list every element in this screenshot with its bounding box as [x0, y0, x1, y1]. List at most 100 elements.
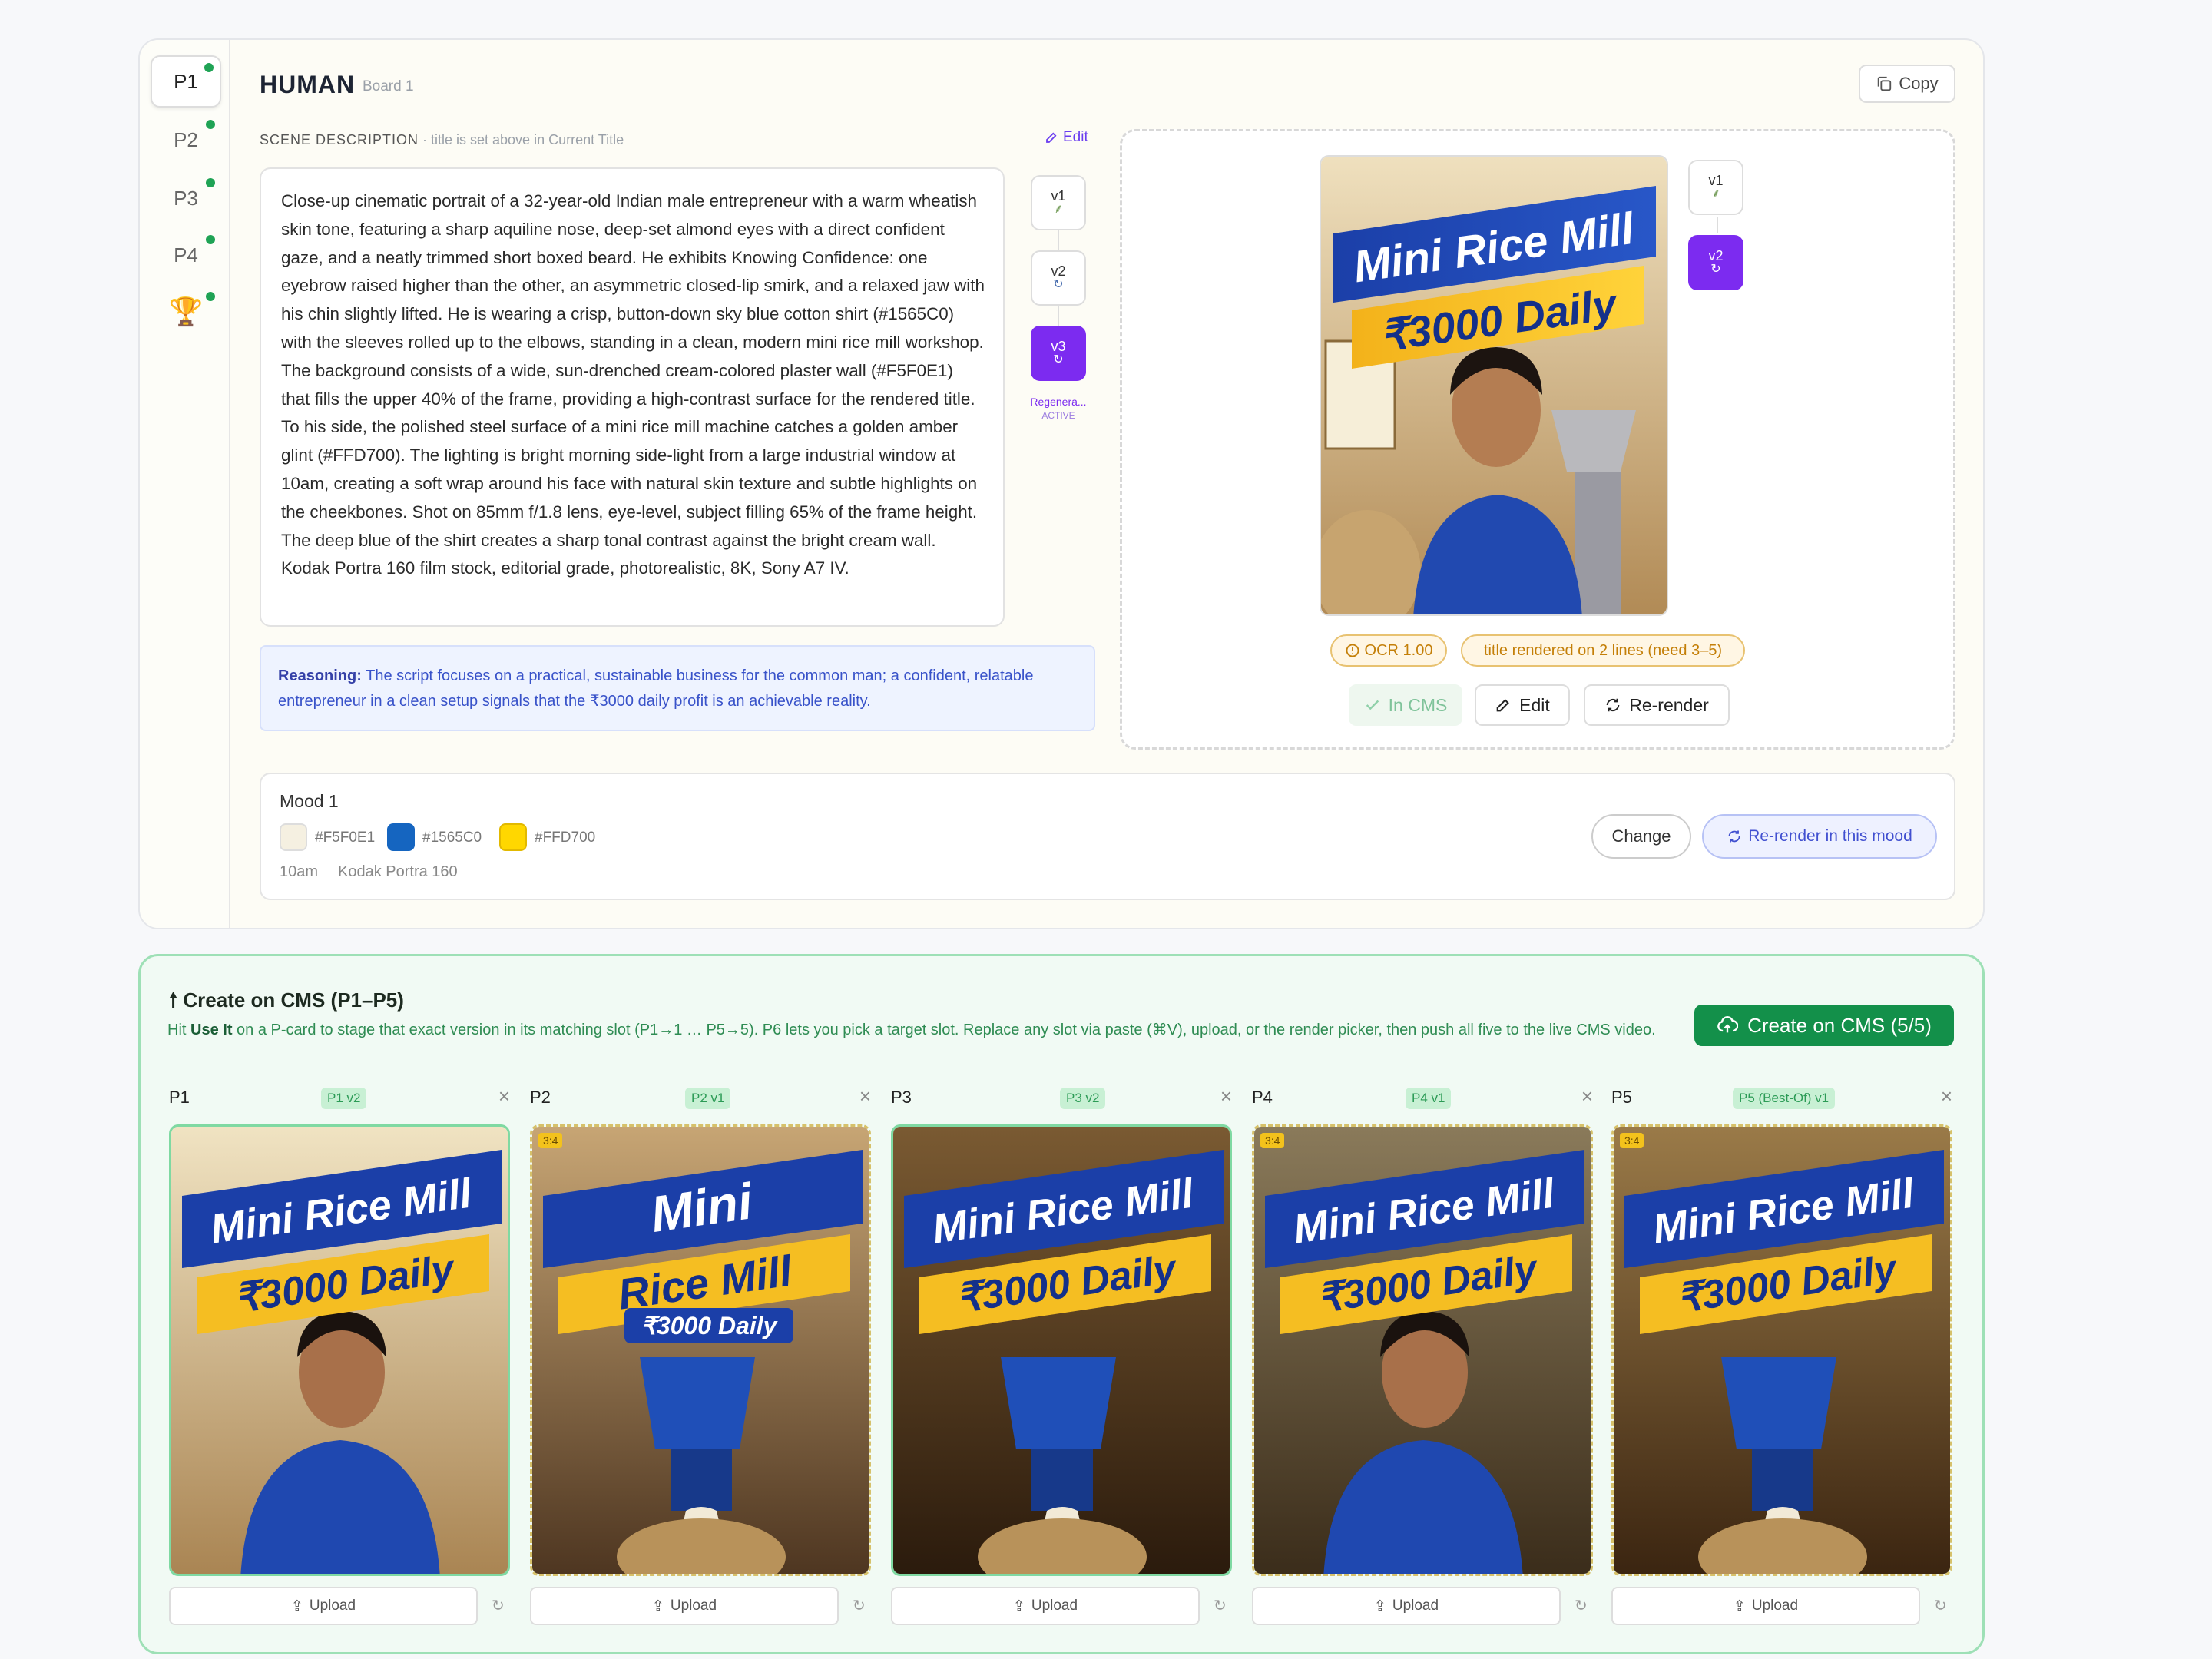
slot-thumbnail[interactable]: Mini Rice Mill ₹3000 Daily: [891, 1124, 1232, 1576]
re-render-in-mood-button[interactable]: Re-render in this mood: [1702, 814, 1937, 859]
description-version-v1[interactable]: v1 ⸙: [1031, 175, 1086, 230]
refresh-icon[interactable]: ↻: [853, 1596, 866, 1615]
slot-thumbnail[interactable]: 3:4 Mini Rice Mill ₹3000 Daily: [1252, 1124, 1593, 1576]
close-icon[interactable]: ×: [1220, 1084, 1232, 1108]
alert-icon: [1346, 644, 1359, 657]
in-cms-status: In CMS: [1349, 684, 1462, 726]
cycle-icon: ↻: [1710, 263, 1721, 276]
aspect-ratio-badge: 3:4: [1260, 1133, 1285, 1148]
slot-version-tag: P5 (Best-Of) v1: [1733, 1088, 1836, 1109]
status-dot: [206, 235, 215, 244]
upload-button[interactable]: ⇪ Upload: [891, 1587, 1200, 1625]
cloud-upload-icon: [1717, 1016, 1739, 1033]
swatch-gold: [499, 823, 527, 851]
slot-label: P4: [1252, 1088, 1273, 1107]
upload-icon: ⇪: [290, 1598, 303, 1614]
copy-icon: [1878, 76, 1892, 91]
cycle-icon: ↻: [1053, 278, 1064, 291]
close-icon[interactable]: ×: [1941, 1084, 1952, 1108]
slot-label: P5: [1611, 1088, 1632, 1107]
close-icon[interactable]: ×: [1581, 1084, 1593, 1108]
board-title: HUMAN: [260, 71, 356, 98]
slot-version-tag: P1 v2: [321, 1088, 367, 1109]
board-subtitle: Board 1: [363, 78, 414, 94]
change-mood-button[interactable]: Change: [1591, 814, 1691, 859]
p-tab-rail: P1 P2 P3 P4 🏆: [140, 40, 230, 928]
slot-thumbnail[interactable]: 3:4 Mini Rice Mill ₹3000 Daily: [530, 1124, 871, 1576]
swatch-label: #FFD700: [535, 830, 596, 846]
poster-art: Mini Rice Mill ₹3000 Daily: [1254, 1127, 1591, 1574]
slot-label: P3: [891, 1088, 912, 1107]
slot-version-tag: P3 v2: [1060, 1088, 1106, 1109]
render-version-v1[interactable]: v1 ⸙: [1688, 160, 1743, 215]
edit-description-link[interactable]: Edit: [1045, 129, 1088, 146]
swatch-label: #1565C0: [422, 830, 482, 846]
tab-p3[interactable]: P3: [151, 172, 221, 224]
slot-label: P1: [169, 1088, 190, 1107]
slot-thumbnail[interactable]: Mini Rice Mill ₹3000 Daily: [169, 1124, 510, 1576]
scene-description-note: · title is set above in Current Title: [422, 132, 624, 147]
swatch-label: #F5F0E1: [315, 830, 376, 846]
edit-render-button[interactable]: Edit: [1475, 684, 1570, 726]
re-render-button[interactable]: Re-render: [1584, 684, 1730, 726]
mood-time: 10am: [280, 863, 319, 880]
slot-version-tag: P4 v1: [1406, 1088, 1452, 1109]
render-version-v2[interactable]: v2 ↻: [1688, 235, 1743, 290]
scene-description-text[interactable]: Close-up cinematic portrait of a 32-year…: [260, 167, 1005, 627]
description-version-v2[interactable]: v2 ↻: [1031, 250, 1086, 306]
swatch-cream: [280, 823, 307, 851]
description-version-v3[interactable]: v3 ↻: [1031, 326, 1086, 381]
upload-button[interactable]: ⇪ Upload: [530, 1587, 839, 1625]
poster-art: Mini Rice Mill ₹3000 Daily: [893, 1127, 1230, 1574]
reasoning-label: Reasoning:: [278, 667, 362, 684]
poster-art: Mini Rice Mill ₹3000 Daily: [171, 1127, 508, 1574]
refresh-icon[interactable]: ↻: [1214, 1596, 1227, 1615]
close-icon[interactable]: ×: [498, 1084, 510, 1108]
tab-p4[interactable]: P4: [151, 229, 221, 281]
swatch-blue: [387, 823, 415, 851]
title-lines-warning-badge: title rendered on 2 lines (need 3–5): [1461, 634, 1745, 667]
refresh-icon[interactable]: ↻: [1575, 1596, 1588, 1615]
aspect-ratio-badge: 3:4: [1620, 1133, 1644, 1148]
render-preview-image[interactable]: Mini Rice Mill ₹3000 Daily: [1320, 155, 1668, 616]
upload-button[interactable]: ⇪ Upload: [1611, 1587, 1920, 1625]
version-connector: [1717, 217, 1718, 233]
upload-button[interactable]: ⇪ Upload: [169, 1587, 478, 1625]
sprout-icon: ⸙: [1710, 187, 1720, 200]
upload-icon: ⇪: [651, 1598, 664, 1614]
reasoning-text: The script focuses on a practical, susta…: [278, 667, 1034, 710]
slot-thumbnail[interactable]: 3:4 Mini Rice Mill ₹3000 Daily: [1611, 1124, 1952, 1576]
trophy-icon: 🏆: [168, 296, 204, 327]
refresh-icon[interactable]: ↻: [1934, 1596, 1947, 1615]
refresh-icon: [1728, 830, 1740, 843]
regenerate-status: Regenera... ACTIVE: [1030, 396, 1087, 421]
upload-button[interactable]: ⇪ Upload: [1252, 1587, 1561, 1625]
ocr-badge: OCR 1.00: [1330, 634, 1447, 667]
poster-art: Mini Rice Mill ₹3000 Daily: [532, 1127, 869, 1574]
poster-art: Mini Rice Mill ₹3000 Daily: [1614, 1127, 1950, 1574]
refresh-icon[interactable]: ↻: [492, 1596, 505, 1615]
poster-tagline: ₹3000 Daily: [641, 1312, 779, 1339]
copy-button[interactable]: Copy: [1859, 65, 1955, 103]
tab-p1[interactable]: P1: [151, 55, 221, 108]
cms-description: Hit Use It on a P-card to stage that exa…: [167, 1022, 1656, 1038]
mood-title: Mood 1: [280, 791, 339, 811]
scene-description-label: SCENE DESCRIPTION: [260, 132, 419, 147]
tab-p2[interactable]: P2: [151, 114, 221, 166]
aspect-ratio-badge: 3:4: [538, 1133, 563, 1148]
refresh-icon: [1606, 698, 1620, 712]
check-icon: [1366, 700, 1379, 710]
upload-arrow-icon: 🠕: [169, 988, 184, 1012]
cycle-icon: ↻: [1053, 353, 1064, 366]
sprout-icon: ⸙: [1053, 203, 1063, 216]
pencil-icon: [1046, 132, 1057, 143]
version-connector: [1058, 306, 1059, 327]
tab-best-of[interactable]: 🏆: [151, 286, 221, 338]
create-on-cms-button[interactable]: Create on CMS (5/5): [1694, 1005, 1954, 1046]
pencil-icon: [1496, 699, 1510, 712]
mood-film: Kodak Portra 160: [338, 863, 458, 880]
status-dot: [204, 63, 214, 72]
status-dot: [206, 120, 215, 129]
upload-icon: ⇪: [1733, 1598, 1746, 1614]
close-icon[interactable]: ×: [859, 1084, 871, 1108]
